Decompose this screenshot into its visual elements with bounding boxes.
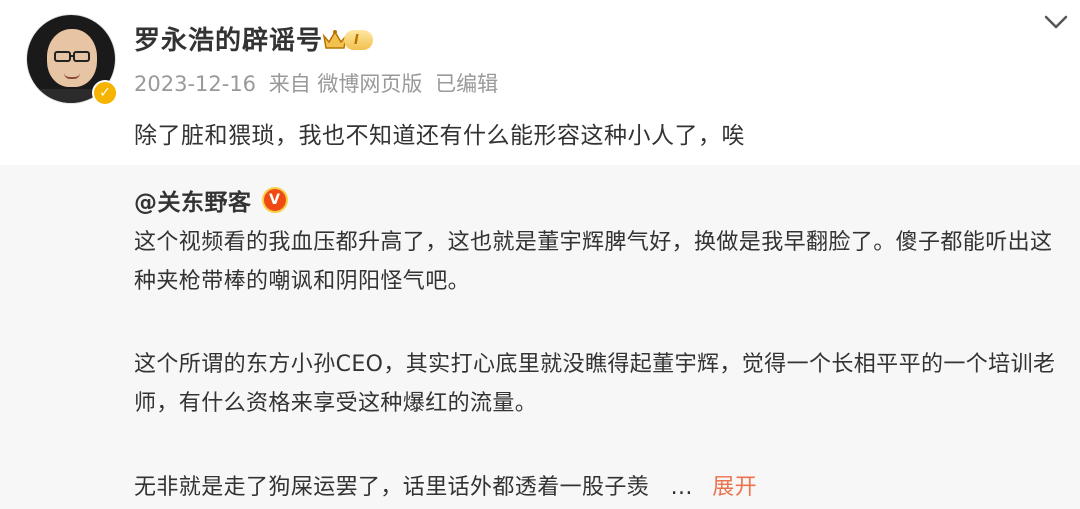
edited-label[interactable]: 已编辑	[435, 72, 498, 96]
repost-paragraph-3-text: 无非就是走了狗屎运罢了，话里话外都透着一股子羡	[134, 475, 650, 500]
repost-author: @关东野客 V	[134, 183, 288, 217]
vip-badge[interactable]: I	[322, 28, 373, 52]
repost-paragraph-1: 这个视频看的我血压都升高了，这也就是董宇辉脾气好，换做是我早翻脸了。傻子都能听出…	[134, 230, 1053, 294]
avatar[interactable]: ✓	[26, 14, 118, 106]
post-source: 来自 微博网页版	[268, 72, 423, 96]
verified-red-icon: V	[261, 187, 288, 213]
post-text: 除了脏和猥琐，我也不知道还有什么能形容这种小人了，唉	[134, 123, 745, 149]
vip-level: I	[344, 30, 373, 50]
repost-block[interactable]: @关东野客 V 这个视频看的我血压都升高了，这也就是董宇辉脾气好，换做是我早翻脸…	[0, 165, 1080, 509]
expand-link[interactable]: 展开	[712, 475, 757, 500]
repost-mention[interactable]: @关东野客	[134, 183, 252, 217]
repost-paragraph-3: 无非就是走了狗屎运罢了，话里话外都透着一股子羡 ... 展开	[134, 468, 1064, 507]
ellipsis: ...	[670, 475, 693, 500]
post-meta: 2023-12-16 来自 微博网页版 已编辑	[134, 68, 504, 98]
repost-paragraph-2: 这个所谓的东方小孙CEO，其实打心底里就没瞧得起董宇辉，觉得一个长相平平的一个培…	[134, 352, 1056, 416]
chevron-down-icon[interactable]	[1040, 10, 1072, 34]
verified-yellow-icon: ✓	[92, 80, 118, 106]
weibo-post: ✓ 罗永浩的辟谣号 I 2023-12-16 来自 微博网页版 已编辑 除了脏和…	[0, 0, 1080, 165]
username[interactable]: 罗永浩的辟谣号	[134, 20, 323, 57]
post-date[interactable]: 2023-12-16	[134, 72, 256, 96]
